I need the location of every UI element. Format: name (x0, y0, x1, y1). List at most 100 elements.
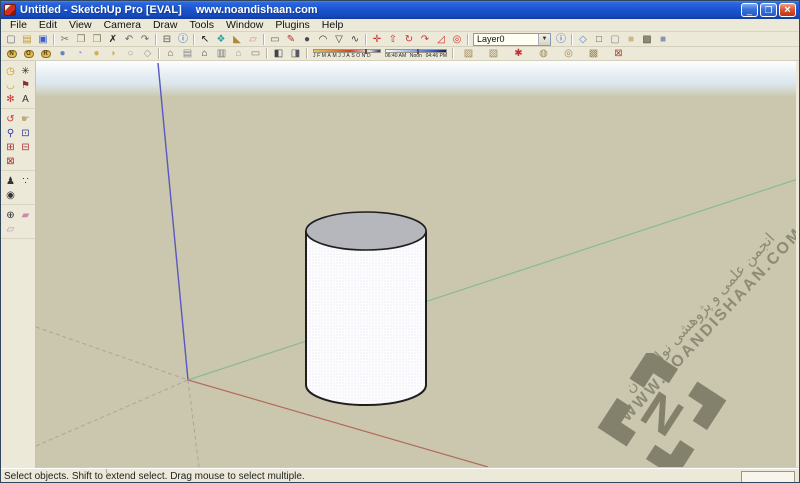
section-plane-button[interactable]: ◧ (270, 47, 287, 60)
select-tool-button[interactable]: ↖ (197, 33, 213, 46)
save-button[interactable]: ▣ (35, 33, 51, 46)
walk-tool-button[interactable]: ∵ (18, 174, 33, 188)
colored-axes-tool-button[interactable]: ✻ (3, 92, 18, 106)
shadow-time-slider[interactable]: 06:40 AMNoon04:46 PM (385, 49, 447, 59)
text-tool-button[interactable]: ⚑ (18, 78, 33, 92)
shadow-date-bar[interactable] (313, 49, 381, 53)
look-around-tool-button[interactable]: ◉ (3, 188, 18, 202)
open-button[interactable]: ▤ (19, 33, 35, 46)
menu-plugins[interactable]: Plugins (269, 19, 315, 32)
zoom-previous-tool-button[interactable]: ⊟ (18, 140, 33, 154)
follow-me-tool-button[interactable]: ↷ (417, 33, 433, 46)
sketchup-logo-icon[interactable] (4, 4, 16, 16)
rectangle-tool-button[interactable]: ▭ (267, 33, 283, 46)
new-button[interactable]: ▢ (3, 33, 19, 46)
copy-button[interactable]: ❐ (73, 33, 89, 46)
make-component-button[interactable]: ❖ (213, 33, 229, 46)
layer-manager-button[interactable]: ⓘ (553, 33, 569, 46)
model-info-button[interactable]: ⓘ (175, 33, 191, 46)
view-right-button[interactable]: ▥ (213, 47, 230, 60)
position-camera-tool-button[interactable]: ♟ (3, 174, 18, 188)
smoove-tool-button[interactable]: ✱ (510, 47, 527, 60)
shadow-time-bar[interactable] (385, 49, 447, 53)
shadow-time-marker[interactable] (417, 49, 419, 54)
sandbox-from-scratch-button[interactable]: ▧ (485, 47, 502, 60)
menu-draw[interactable]: Draw (147, 19, 184, 32)
sandbox-from-contours-button[interactable]: ▨ (460, 47, 477, 60)
white-circle-button[interactable]: ○ (122, 47, 139, 60)
menu-camera[interactable]: Camera (98, 19, 147, 32)
menu-help[interactable]: Help (316, 19, 350, 32)
gold-disc-button[interactable]: ● (88, 47, 105, 60)
drawing-area[interactable]: انجمن علمی و پژوهشی نواندیشان WWW.NOANDI… (36, 61, 796, 467)
menu-edit[interactable]: Edit (33, 19, 63, 32)
protractor-tool-button[interactable]: ◡ (3, 78, 18, 92)
axes-tool-button[interactable]: ✳ (18, 64, 33, 78)
cut-button[interactable]: ✂ (57, 33, 73, 46)
push-pull-tool-button[interactable]: ⇧ (385, 33, 401, 46)
view-iso-button[interactable]: ⌂ (162, 47, 179, 60)
xray-style-button[interactable]: ◇ (575, 33, 591, 46)
3d-text-tool-button[interactable]: A (18, 92, 33, 106)
view-left-button[interactable]: ▭ (247, 47, 264, 60)
zoom-next-tool-button[interactable]: ⊠ (3, 154, 18, 168)
line-tool-button[interactable]: ✎ (283, 33, 299, 46)
view-top-button[interactable]: ▤ (179, 47, 196, 60)
paste-button[interactable]: ❒ (89, 33, 105, 46)
scale-tool-button[interactable]: ◿ (433, 33, 449, 46)
sphere-tool-button[interactable]: ● (54, 47, 71, 60)
undo-button[interactable]: ↶ (121, 33, 137, 46)
arc-tool-button[interactable]: ◠ (315, 33, 331, 46)
minimize-button[interactable]: _ (741, 3, 758, 17)
restore-button[interactable]: ❐ (760, 3, 777, 17)
chevron-down-icon[interactable]: ▼ (538, 34, 550, 45)
section-target-tool-button[interactable]: ⊕ (3, 208, 18, 222)
circle-tool-button[interactable]: ● (299, 33, 315, 46)
section-plane-tool-button[interactable]: ▰ (18, 208, 33, 222)
menu-file[interactable]: File (4, 19, 33, 32)
menu-tools[interactable]: Tools (183, 19, 220, 32)
redo-button[interactable]: ↷ (137, 33, 153, 46)
menu-window[interactable]: Window (220, 19, 269, 32)
pan-tool-button[interactable]: ☛ (18, 112, 33, 126)
view-back-button[interactable]: ⌂ (230, 47, 247, 60)
tag-n-button[interactable]: N (3, 47, 20, 60)
polygon-tool-button[interactable]: ▽ (331, 33, 347, 46)
drape-tool-button[interactable]: ◎ (560, 47, 577, 60)
eraser-tool-button[interactable]: ▱ (245, 33, 261, 46)
zoom-extents-tool-button[interactable]: ⊞ (3, 140, 18, 154)
freehand-tool-button[interactable]: ∿ (347, 33, 363, 46)
tag-r-button[interactable]: R (37, 47, 54, 60)
zoom-window-tool-button[interactable]: ⊡ (18, 126, 33, 140)
white-diamond-button[interactable]: ◇ (139, 47, 156, 60)
section-cuts-button[interactable]: ◨ (287, 47, 304, 60)
stamp-tool-button[interactable]: ◍ (535, 47, 552, 60)
hidden-line-style-button[interactable]: ▢ (607, 33, 623, 46)
close-button[interactable]: × (779, 3, 796, 17)
shadow-date-marker[interactable] (365, 49, 367, 54)
tape-measure-tool-button[interactable]: ◷ (3, 64, 18, 78)
gold-disc-tilted-button[interactable]: ◗ (105, 47, 122, 60)
tag-o-button[interactable]: O (20, 47, 37, 60)
orbit-tool-button[interactable]: ↺ (3, 112, 18, 126)
print-button[interactable]: ⊟ (159, 33, 175, 46)
section-cuts-tool-button[interactable]: ▱ (3, 222, 18, 236)
cylinder-model[interactable] (306, 212, 426, 405)
wireframe-style-button[interactable]: □ (591, 33, 607, 46)
zoom-tool-button[interactable]: ⚲ (3, 126, 18, 140)
measurements-box[interactable] (741, 471, 795, 483)
move-tool-button[interactable]: ✛ (369, 33, 385, 46)
shaded-style-button[interactable]: ■ (623, 33, 639, 46)
view-front-button[interactable]: ⌂ (196, 47, 213, 60)
menu-view[interactable]: View (63, 19, 98, 32)
protractor-disc-button[interactable]: ◔ (71, 47, 88, 60)
shadow-date-slider[interactable]: JFMAMJJASOND (313, 49, 381, 59)
rotate-tool-button[interactable]: ↻ (401, 33, 417, 46)
offset-tool-button[interactable]: ◎ (449, 33, 465, 46)
paint-bucket-button[interactable]: ◣ (229, 33, 245, 46)
shaded-textures-style-button[interactable]: ▩ (639, 33, 655, 46)
erase-button[interactable]: ✗ (105, 33, 121, 46)
layer-dropdown[interactable]: Layer0▼ (473, 33, 551, 46)
monochrome-style-button[interactable]: ■ (655, 33, 671, 46)
flip-edge-tool-button[interactable]: ⊠ (610, 47, 627, 60)
